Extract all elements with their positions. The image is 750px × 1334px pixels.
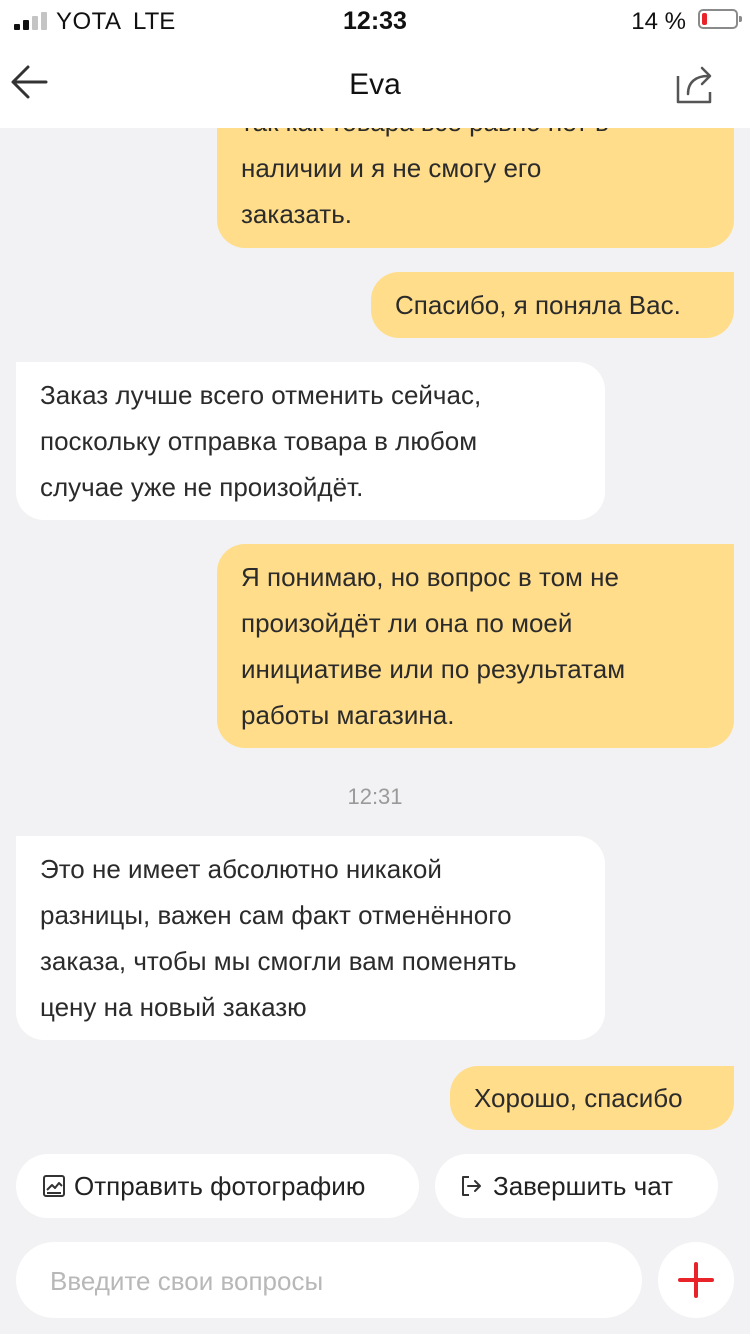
send-photo-label: Отправить фотографию bbox=[74, 1171, 366, 1201]
status-bar: YOTA LTE 12:33 14 % bbox=[0, 0, 750, 42]
message-input[interactable] bbox=[48, 1242, 622, 1320]
message-outgoing: Я понимаю, но вопрос в том не произойдёт… bbox=[217, 544, 734, 748]
battery-icon bbox=[698, 9, 742, 29]
send-photo-button[interactable]: Отправить фотографию bbox=[16, 1154, 419, 1218]
message-outgoing: Хорошо, спасибо bbox=[450, 1066, 734, 1130]
message-outgoing: так как товара все равно нет в наличии и… bbox=[217, 128, 734, 248]
message-outgoing: Спасибо, я поняла Вас. bbox=[371, 272, 734, 338]
attach-button[interactable] bbox=[658, 1242, 734, 1318]
share-icon[interactable] bbox=[674, 62, 716, 106]
message-input-container bbox=[16, 1242, 642, 1320]
message-incoming: Это не имеет абсолютно никакой разницы, … bbox=[16, 836, 605, 1040]
battery-percent: 14 % bbox=[631, 8, 686, 35]
image-icon bbox=[42, 1174, 66, 1198]
page-title: Eva bbox=[349, 68, 401, 101]
chat-header: Eva bbox=[0, 42, 750, 128]
message-incoming: Заказ лучше всего отменить сейчас, поско… bbox=[16, 362, 605, 520]
exit-icon bbox=[459, 1174, 483, 1198]
message-timestamp: 12:31 bbox=[347, 784, 403, 809]
end-chat-label: Завершить чат bbox=[493, 1171, 674, 1201]
end-chat-button[interactable]: Завершить чат bbox=[435, 1154, 718, 1218]
chat-messages[interactable]: так как товара все равно нет в наличии и… bbox=[0, 128, 750, 1150]
